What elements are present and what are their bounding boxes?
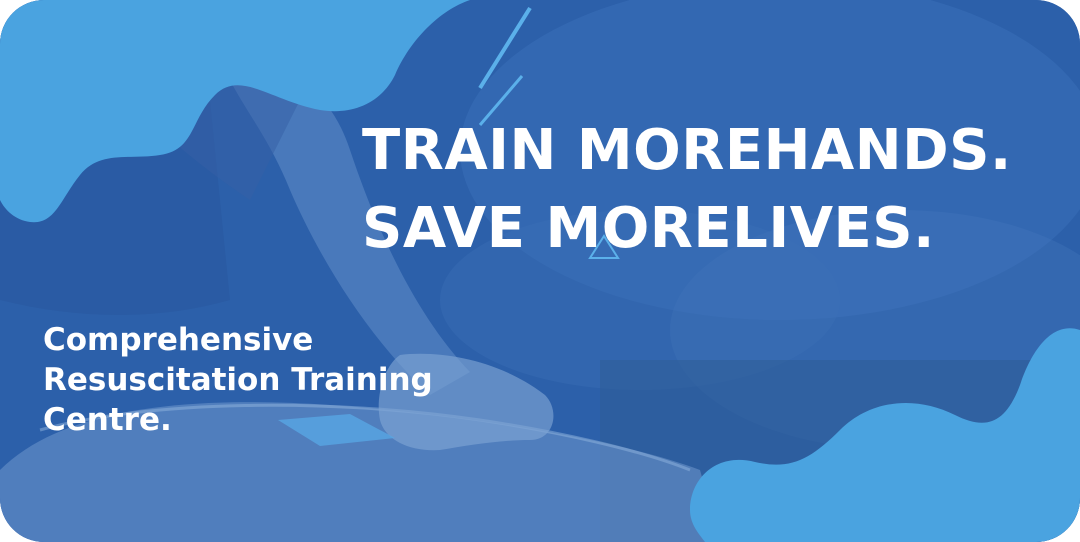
tagline-line-3: Centre. — [43, 402, 172, 438]
tagline-line-1: Comprehensive — [43, 322, 314, 358]
tagline-line-2: Resuscitation Training — [43, 362, 433, 398]
tagline: Comprehensive Resuscitation Training Cen… — [43, 320, 503, 440]
cpr-training-photo — [0, 0, 1080, 542]
headline-line-2: SAVE MORELIVES. — [362, 196, 935, 261]
headline: TRAIN MOREHANDS. SAVE MORELIVES. — [362, 112, 1012, 268]
hero-banner: TRAIN MOREHANDS. SAVE MORELIVES. Compreh… — [0, 0, 1080, 542]
headline-line-1: TRAIN MOREHANDS. — [362, 118, 1012, 183]
